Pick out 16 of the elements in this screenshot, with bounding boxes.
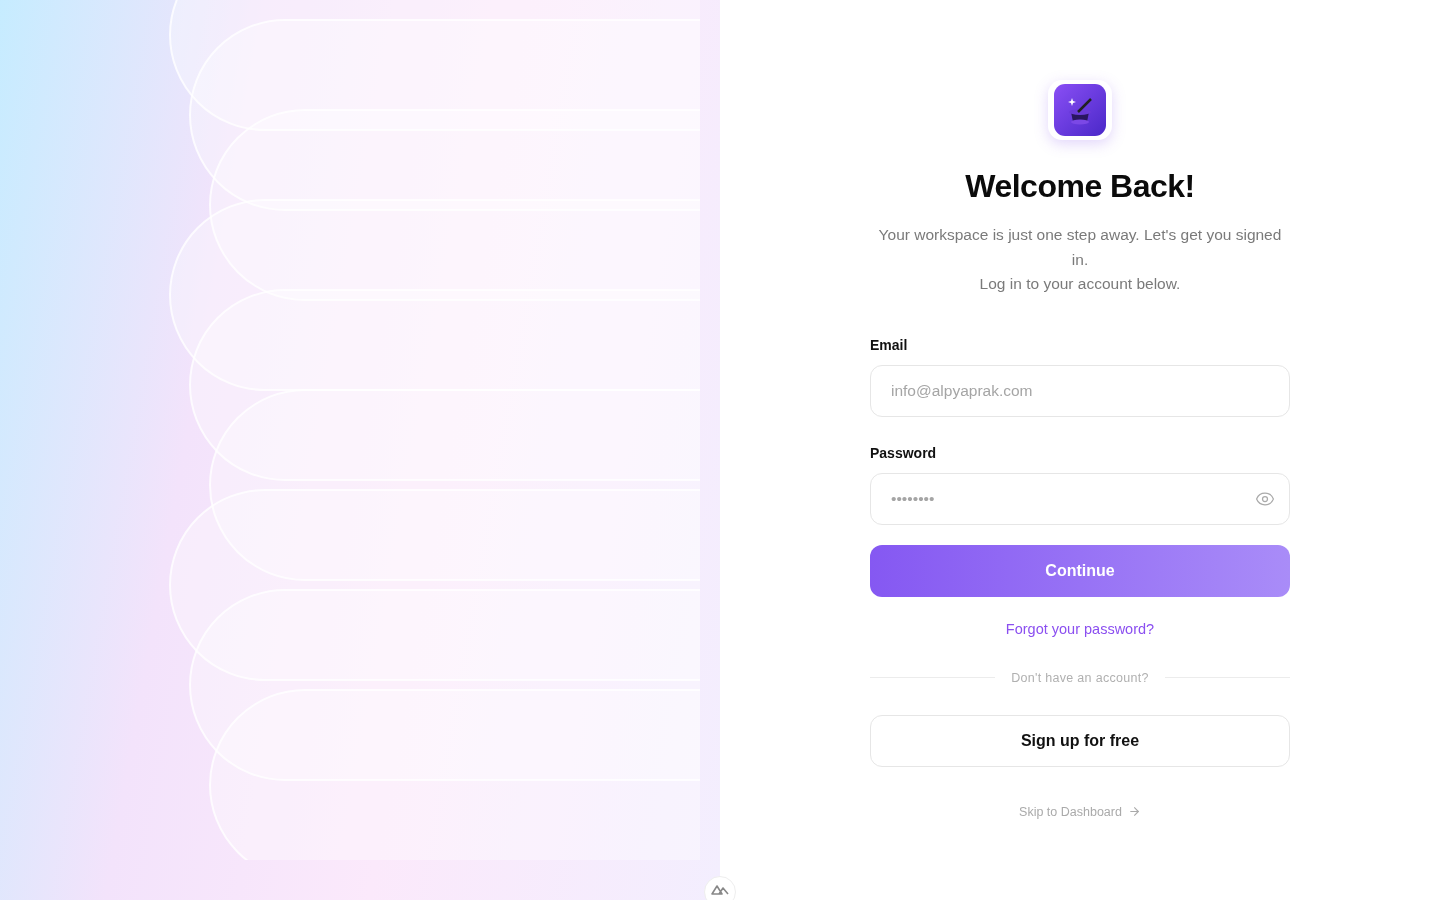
arrow-right-icon — [1127, 805, 1141, 818]
forgot-password-link[interactable]: Forgot your password? — [1005, 620, 1155, 637]
welcome-heading: Welcome Back! — [965, 168, 1195, 205]
skip-link[interactable]: Skip to Dashboard — [1019, 804, 1141, 819]
email-field[interactable]: info@alpyaprak.com — [870, 364, 1290, 417]
signup-button[interactable]: Sign up for free — [870, 714, 1290, 767]
magic-hat-icon — [1054, 84, 1106, 136]
field-label: Password — [870, 444, 938, 461]
subtitle-text: Your workspace is just one step away. Let's get you signed in. — [877, 225, 1283, 270]
password-field[interactable]: •••••••• — [870, 472, 1290, 525]
subtitle-text: Log in to your account below. — [978, 274, 1182, 294]
devtools-button[interactable] — [704, 876, 736, 900]
continue-button[interactable]: Continue — [870, 544, 1290, 597]
divider-text: Don't have an account? — [1011, 670, 1149, 685]
field-label: Email — [870, 336, 909, 353]
mountain-logo-icon — [711, 884, 729, 895]
